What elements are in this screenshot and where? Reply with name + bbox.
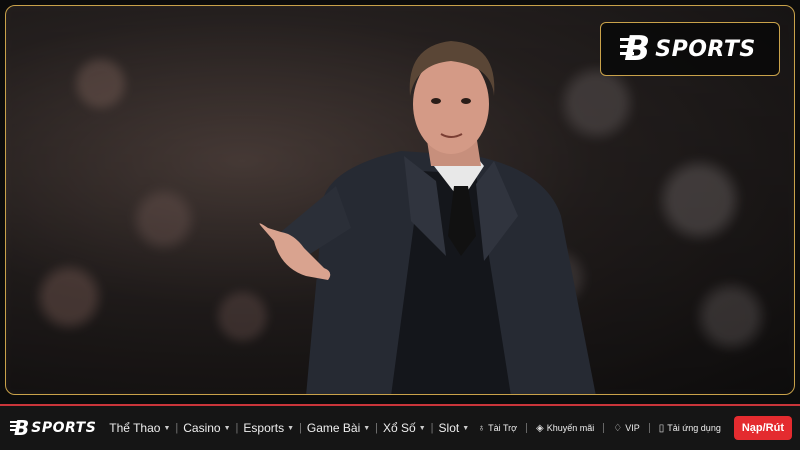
navbar-logo[interactable]: B SPORTS [9,416,97,440]
app-download-link[interactable]: ▯ Tải ứng dụng [659,423,721,434]
vip-link[interactable]: ♢ VIP [613,423,639,434]
vip-label: VIP [625,423,640,433]
caret-down-icon: ▼ [287,424,295,432]
nav-item-label: Xổ Số [383,421,416,435]
nav-item-label: Casino [183,421,221,435]
caret-down-icon: ▼ [163,424,171,432]
caret-down-icon: ▼ [223,424,231,432]
promo-link[interactable]: ◈ Khuyến mãi [536,423,594,434]
deposit-withdraw-button[interactable]: Nạp/Rút [733,416,792,440]
bottom-navbar: B SPORTS Thể Thao ▼ | Casino ▼ | Esports… [0,404,800,450]
promo-label: Khuyến mãi [546,423,595,433]
navbar-b-logo-icon: B [9,416,29,440]
nav-divider [648,423,650,433]
navbar-right-links: ♁ Tài Trợ ◈ Khuyến mãi ♢ VIP ▯ Tải ứng d… [478,416,792,440]
navbar-logo-text: SPORTS [31,420,97,436]
nav-menu: Thể Thao ▼ | Casino ▼ | Esports ▼ | Game… [104,421,474,435]
nav-item-game-bai[interactable]: Game Bài ▼ [302,421,375,435]
brand-watermark: B SPORTS [600,22,780,76]
nav-item-label: Esports [243,421,285,435]
sponsor-label: Tài Trợ [488,423,518,433]
nav-item-slot[interactable]: Slot ▼ [434,421,475,435]
caret-down-icon: ▼ [462,424,470,432]
nav-item-the-thao[interactable]: Thể Thao ▼ [104,421,175,435]
caret-down-icon: ▼ [418,424,426,432]
nav-item-label: Slot [438,421,460,435]
medal-icon: ♁ [477,422,486,434]
diamond-icon: ♢ [613,422,623,434]
app-download-label: Tải ứng dụng [667,423,721,433]
brand-b-logo-icon: B [620,29,650,69]
nav-item-label: Thể Thao [109,421,161,435]
phone-icon: ▯ [658,422,665,434]
nav-divider [603,423,605,433]
nav-item-xo-so[interactable]: Xổ Số ▼ [378,421,431,435]
nav-item-casino[interactable]: Casino ▼ [178,421,235,435]
nav-item-esports[interactable]: Esports ▼ [238,421,299,435]
nav-divider [526,423,528,433]
brand-watermark-text: SPORTS [655,36,756,62]
caret-down-icon: ▼ [363,424,371,432]
nav-item-label: Game Bài [306,421,361,435]
sponsor-link[interactable]: ♁ Tài Trợ [478,423,517,434]
hero-image-frame: B SPORTS [5,5,795,395]
tag-icon: ◈ [536,422,544,434]
